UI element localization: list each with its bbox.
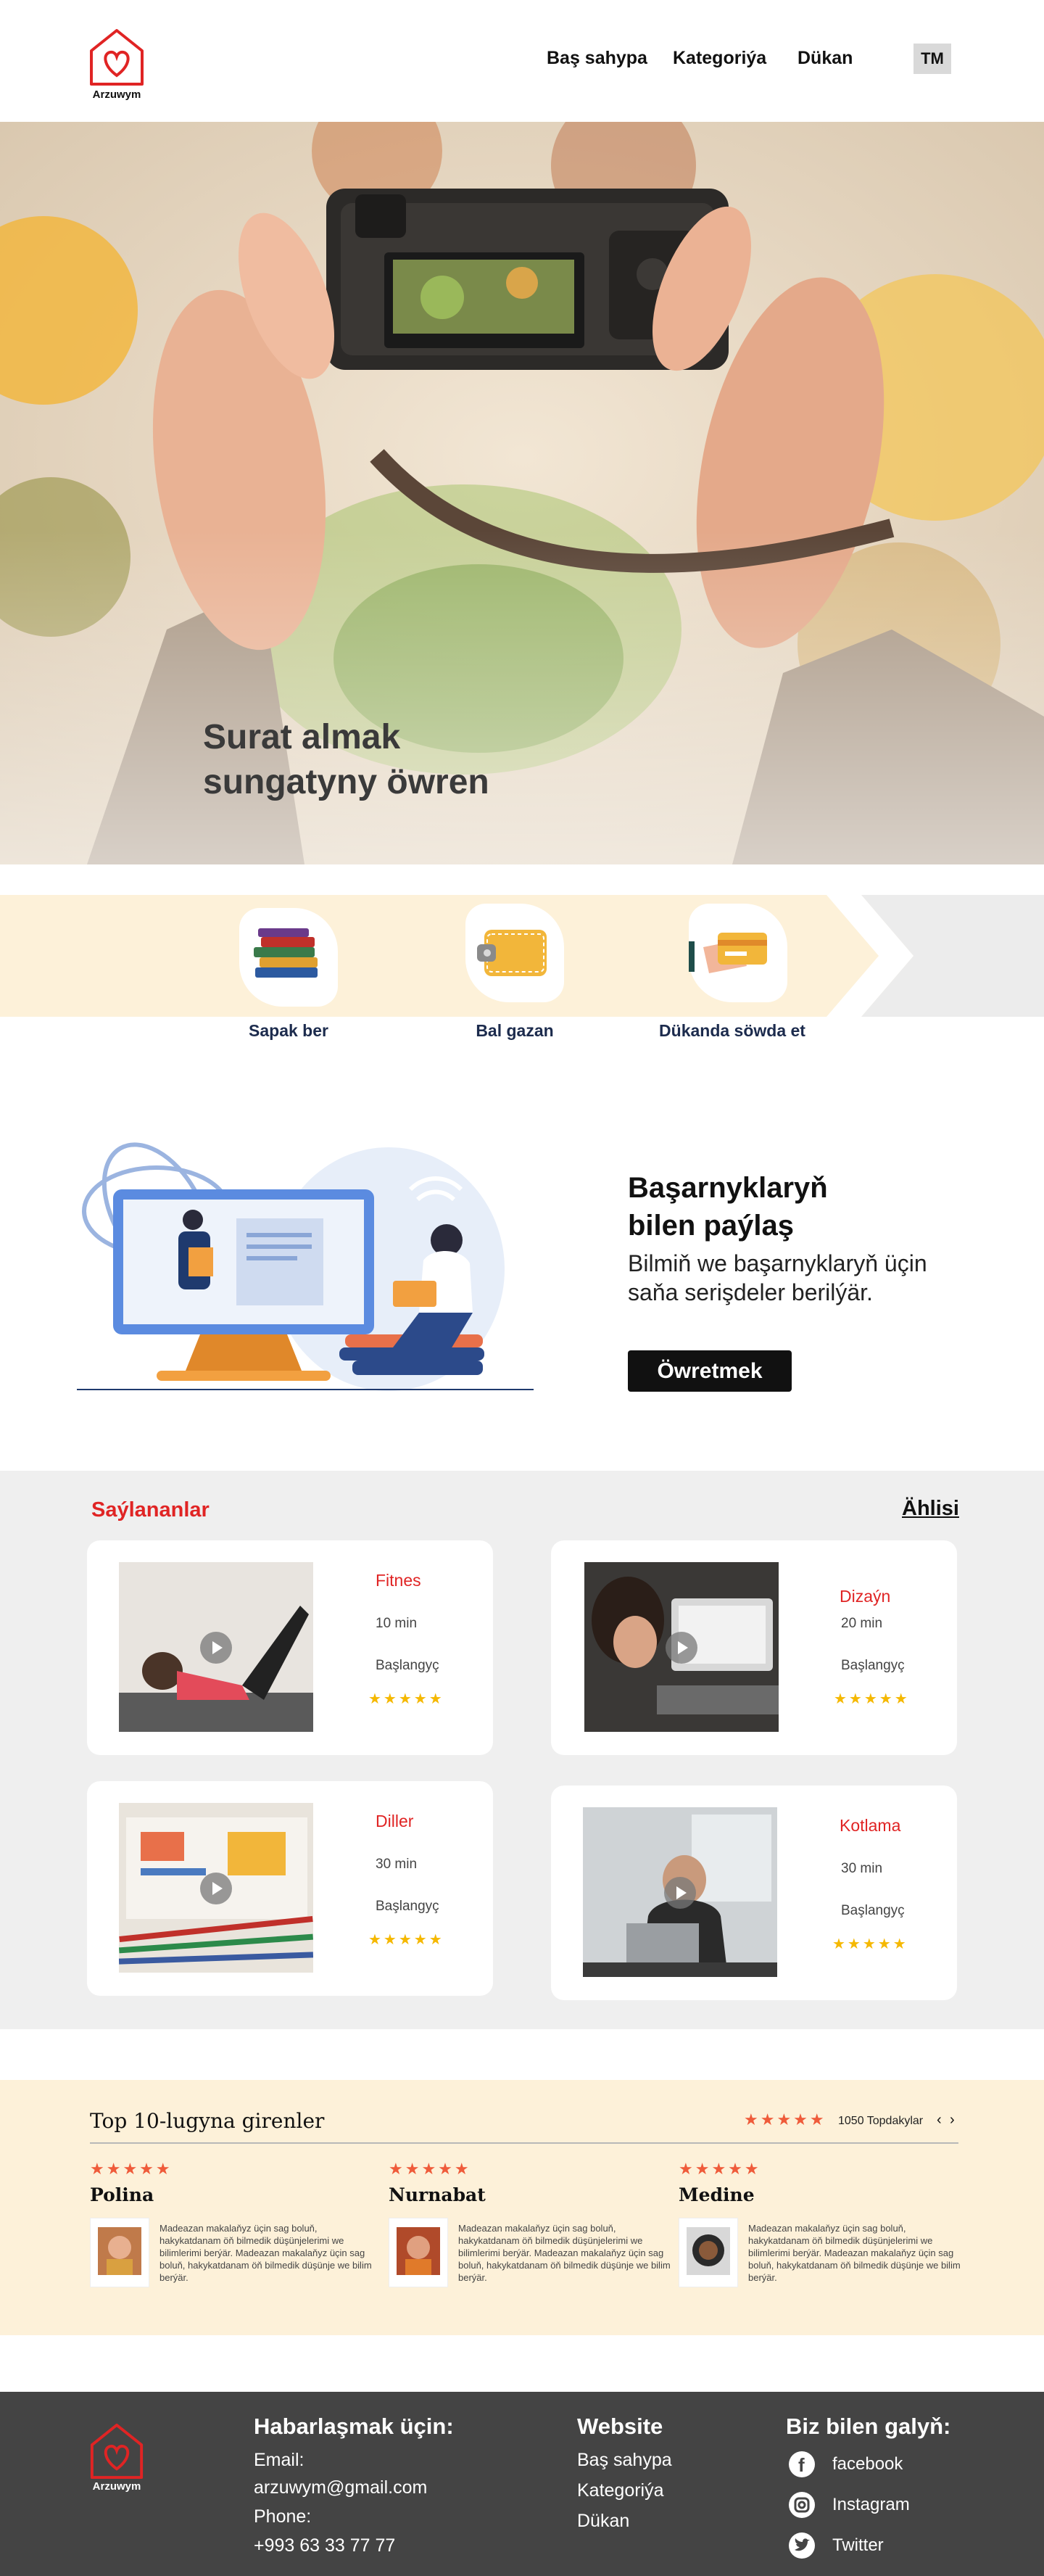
feature-label-shop: Dükanda söwda et — [659, 1021, 805, 1040]
hero-title-line1: Surat almak — [203, 718, 401, 756]
review-text: Madeazan makalaňyz üçin sag boluň, hakyk… — [458, 2223, 671, 2283]
top10-count: 1050 Topdakylar — [838, 2115, 924, 2127]
play-icon[interactable] — [666, 1632, 697, 1664]
social-title: Biz bilen galyň: — [786, 2414, 951, 2439]
course-name: Kotlama — [840, 1816, 901, 1835]
course-level: Başlangyç — [376, 1658, 439, 1673]
course-thumbnail — [119, 1562, 313, 1732]
footer-link-shop[interactable]: Dükan — [577, 2511, 629, 2532]
review-rating: ★★★★★ — [679, 2160, 761, 2178]
feature-card-shop[interactable] — [676, 904, 787, 1002]
course-thumbnail — [119, 1803, 313, 1973]
nav-shop[interactable]: Dükan — [798, 48, 853, 69]
logo[interactable]: Arzuwym — [86, 26, 148, 102]
phone-label: Phone: — [254, 2506, 312, 2527]
course-card-design[interactable]: Dizaýn 20 min Başlangyç ★★★★★ — [551, 1540, 957, 1755]
feature-card-teach[interactable] — [239, 908, 338, 1007]
facebook-icon[interactable]: f — [789, 2451, 815, 2477]
course-rating: ★★★★★ — [834, 1691, 910, 1707]
course-card-languages[interactable]: Diller 30 min Başlangyç ★★★★★ — [87, 1781, 493, 1996]
course-card-fitness[interactable]: Fitnes 10 min Başlangyç ★★★★★ — [87, 1540, 493, 1755]
course-level: Başlangyç — [841, 1903, 905, 1918]
language-switch[interactable]: TM — [914, 44, 951, 74]
divider — [90, 2142, 958, 2144]
phone-link[interactable]: +993 63 33 77 77 — [254, 2535, 395, 2556]
play-icon[interactable] — [664, 1877, 696, 1909]
review-name: Polina — [90, 2184, 154, 2205]
instagram-icon[interactable] — [789, 2492, 815, 2518]
top10-title: Top 10-lugyna girenler — [90, 2109, 325, 2133]
teach-title: Başarnyklaryň bilen paýlaş — [628, 1169, 828, 1244]
feature-card-points[interactable] — [465, 904, 564, 1002]
site-header: Arzuwym Baş sahypa Kategoriýa Dükan TM — [0, 0, 1044, 122]
course-level: Başlangyç — [376, 1899, 439, 1914]
footer-link-category[interactable]: Kategoriýa — [577, 2480, 664, 2501]
avatar — [389, 2218, 448, 2287]
wallet-icon — [477, 930, 547, 976]
course-duration: 20 min — [841, 1616, 883, 1631]
course-duration: 10 min — [376, 1616, 418, 1631]
play-icon[interactable] — [200, 1873, 232, 1904]
course-rating: ★★★★★ — [368, 1932, 444, 1948]
review-name: Nurnabat — [389, 2184, 486, 2205]
footer-logo[interactable]: Arzuwym — [86, 2421, 148, 2493]
course-level: Başlangyç — [841, 1658, 905, 1673]
course-name: Fitnes — [376, 1571, 421, 1590]
review-name: Medine — [679, 2184, 755, 2205]
course-duration: 30 min — [376, 1857, 418, 1872]
avatar — [90, 2218, 149, 2287]
prev-arrow-icon[interactable]: ‹ — [937, 2112, 942, 2129]
twitter-link[interactable]: Twitter — [832, 2535, 884, 2556]
feature-label-points: Bal gazan — [476, 1021, 554, 1040]
see-all-link[interactable]: Ählisi — [902, 1497, 959, 1521]
email-label: Email: — [254, 2450, 304, 2470]
instagram-link[interactable]: Instagram — [832, 2495, 910, 2515]
nav-category[interactable]: Kategoriýa — [673, 48, 766, 69]
svg-text:f: f — [798, 2454, 805, 2476]
books-icon — [254, 928, 318, 978]
teach-title-line1: Başarnyklaryň — [628, 1172, 828, 1204]
site-footer: Arzuwym Habarlaşmak üçin: Email: arzuwym… — [0, 2392, 1044, 2576]
feature-label-teach: Sapak ber — [249, 1021, 328, 1040]
course-name: Diller — [376, 1812, 414, 1830]
nav-home[interactable]: Baş sahypa — [547, 48, 647, 69]
logo-text: Arzuwym — [92, 88, 141, 101]
teach-button[interactable]: Öwretmek — [628, 1350, 792, 1392]
facebook-link[interactable]: facebook — [832, 2454, 903, 2474]
hero-title-line2: sungatyny öwren — [203, 763, 489, 801]
email-link[interactable]: arzuwym@gmail.com — [254, 2477, 427, 2498]
avatar — [679, 2218, 738, 2287]
course-thumbnail — [584, 1562, 779, 1732]
review-rating: ★★★★★ — [389, 2160, 471, 2178]
footer-logo-text: Arzuwym — [92, 2480, 141, 2493]
arrow-decoration — [826, 895, 1044, 1017]
course-card-coding[interactable]: Kotlama 30 min Başlangyç ★★★★★ — [551, 1786, 957, 2000]
hero-banner: Surat almak sungatyny öwren — [0, 122, 1044, 864]
twitter-icon[interactable] — [789, 2532, 815, 2559]
hero-photo — [0, 122, 1044, 864]
course-duration: 30 min — [841, 1861, 883, 1876]
top10-rating: ★★★★★ — [744, 2110, 826, 2129]
hero-title: Surat almak sungatyny öwren — [203, 715, 489, 805]
course-thumbnail — [583, 1807, 777, 1977]
teach-title-line2: bilen paýlaş — [628, 1210, 794, 1242]
popular-title: Saýlananlar — [91, 1498, 210, 1522]
website-title: Website — [577, 2414, 663, 2439]
house-heart-icon — [90, 2423, 144, 2480]
play-icon[interactable] — [200, 1632, 232, 1664]
course-name: Dizaýn — [840, 1587, 891, 1606]
feature-strip — [0, 895, 1044, 1017]
house-heart-icon — [90, 29, 144, 86]
course-rating: ★★★★★ — [368, 1691, 444, 1707]
review-rating: ★★★★★ — [90, 2160, 173, 2178]
review-text: Madeazan makalaňyz üçin sag boluň, hakyk… — [160, 2223, 372, 2283]
next-arrow-icon[interactable]: › — [950, 2112, 955, 2129]
footer-link-home[interactable]: Baş sahypa — [577, 2450, 672, 2471]
contact-title: Habarlaşmak üçin: — [254, 2414, 454, 2439]
course-rating: ★★★★★ — [832, 1936, 908, 1952]
teach-subtitle: Bilmiň we başarnyklaryň üçin saňa serişd… — [628, 1250, 927, 1305]
card-payment-icon — [676, 933, 767, 973]
teach-illustration — [77, 1142, 534, 1391]
review-text: Madeazan makalaňyz üçin sag boluň, hakyk… — [748, 2223, 961, 2283]
